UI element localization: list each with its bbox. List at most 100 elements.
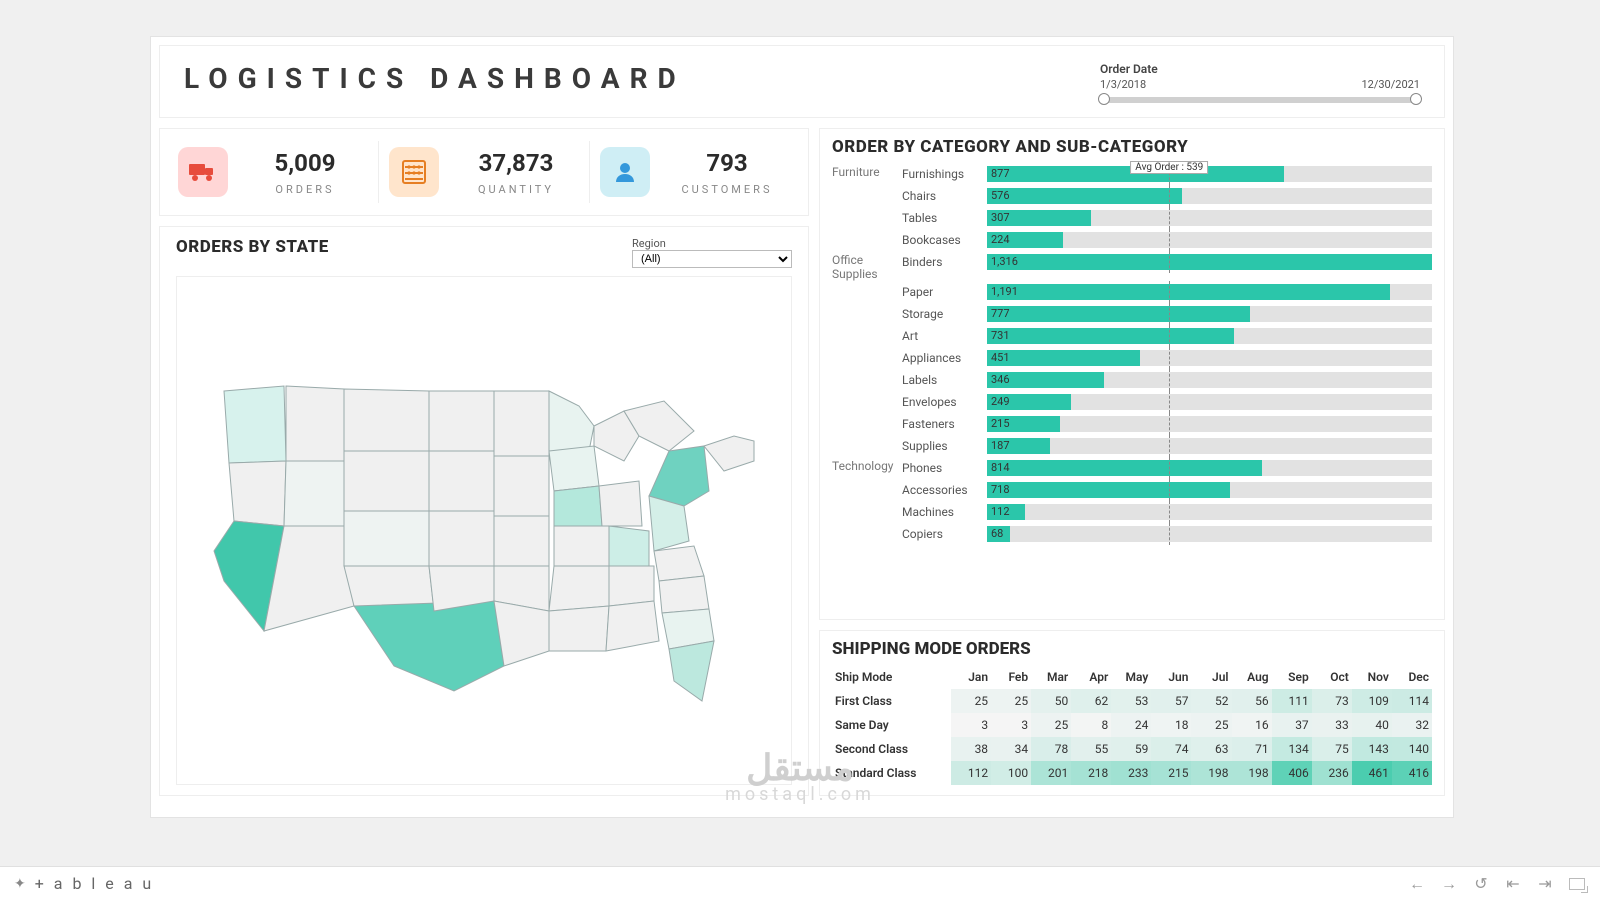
- month-header: Mar: [1031, 665, 1071, 689]
- ship-cell[interactable]: 37: [1272, 713, 1312, 737]
- ship-cell[interactable]: 38: [951, 737, 991, 761]
- ship-cell[interactable]: 57: [1151, 689, 1191, 713]
- ship-cell[interactable]: 3: [951, 713, 991, 737]
- category-group-label: [832, 207, 902, 229]
- ship-cell[interactable]: 52: [1191, 689, 1231, 713]
- ship-cell[interactable]: 406: [1272, 761, 1312, 785]
- ship-cell[interactable]: 8: [1071, 713, 1111, 737]
- ship-cell[interactable]: 25: [1191, 713, 1231, 737]
- category-bar[interactable]: 718: [987, 479, 1432, 501]
- ship-cell[interactable]: 201: [1031, 761, 1071, 785]
- shipping-row: First Class252550625357525611173109114: [832, 689, 1432, 713]
- category-group-label: [832, 413, 902, 435]
- category-bar[interactable]: 576: [987, 185, 1432, 207]
- category-bar[interactable]: 814: [987, 457, 1432, 479]
- user-icon: [600, 147, 650, 197]
- subcategory-label: Envelopes: [902, 391, 987, 413]
- nav-forward-button[interactable]: →: [1440, 875, 1458, 893]
- ship-cell[interactable]: 59: [1111, 737, 1151, 761]
- us-map[interactable]: [176, 276, 792, 785]
- category-bar[interactable]: 346: [987, 369, 1432, 391]
- ship-cell[interactable]: 112: [951, 761, 991, 785]
- ship-cell[interactable]: 233: [1111, 761, 1151, 785]
- ship-cell[interactable]: 78: [1031, 737, 1071, 761]
- ship-cell[interactable]: 198: [1191, 761, 1231, 785]
- ship-cell[interactable]: 34: [991, 737, 1031, 761]
- category-bar[interactable]: 451: [987, 347, 1432, 369]
- ship-cell[interactable]: 100: [991, 761, 1031, 785]
- ship-cell[interactable]: 55: [1071, 737, 1111, 761]
- ship-cell[interactable]: 16: [1232, 713, 1272, 737]
- abacus-icon: [389, 147, 439, 197]
- ship-cell[interactable]: 236: [1312, 761, 1352, 785]
- ship-cell[interactable]: 25: [991, 689, 1031, 713]
- ship-cell[interactable]: 50: [1031, 689, 1071, 713]
- ship-cell[interactable]: 56: [1232, 689, 1272, 713]
- ship-cell[interactable]: 62: [1071, 689, 1111, 713]
- ship-cell[interactable]: 114: [1392, 689, 1432, 713]
- order-date-end: 12/30/2021: [1361, 78, 1420, 91]
- ship-cell[interactable]: 134: [1272, 737, 1312, 761]
- category-bar[interactable]: 68: [987, 523, 1432, 545]
- kpi-quantity-label: QUANTITY: [453, 183, 579, 196]
- ship-cell[interactable]: 75: [1312, 737, 1352, 761]
- ship-cell[interactable]: 215: [1151, 761, 1191, 785]
- category-bar[interactable]: 877Avg Order : 539: [987, 163, 1432, 185]
- ship-cell[interactable]: 40: [1352, 713, 1392, 737]
- kpi-panel: 5,009 ORDERS 37,873 QUANTITY: [159, 128, 809, 216]
- category-bar[interactable]: 1,191: [987, 281, 1432, 303]
- category-bar[interactable]: 307: [987, 207, 1432, 229]
- nav-back-button[interactable]: ←: [1408, 875, 1426, 893]
- category-bar[interactable]: 731: [987, 325, 1432, 347]
- category-bar[interactable]: 249: [987, 391, 1432, 413]
- category-title: ORDER BY CATEGORY AND SUB-CATEGORY: [832, 137, 1432, 157]
- order-date-slider[interactable]: [1100, 97, 1420, 103]
- subcategory-label: Bookcases: [902, 229, 987, 251]
- dashboard-container: LOGISTICS DASHBOARD Order Date 1/3/2018 …: [150, 36, 1454, 818]
- nav-first-button[interactable]: ⇤: [1504, 875, 1522, 893]
- month-header: Jun: [1151, 665, 1191, 689]
- category-group-label: [832, 369, 902, 391]
- ship-cell[interactable]: 33: [1312, 713, 1352, 737]
- category-group-label: [832, 391, 902, 413]
- ship-cell[interactable]: 109: [1352, 689, 1392, 713]
- ship-cell[interactable]: 416: [1392, 761, 1432, 785]
- avg-order-label: Avg Order : 539: [1130, 161, 1208, 174]
- ship-cell[interactable]: 218: [1071, 761, 1111, 785]
- month-header: Jul: [1191, 665, 1231, 689]
- ship-cell[interactable]: 74: [1151, 737, 1191, 761]
- category-bar[interactable]: 112: [987, 501, 1432, 523]
- ship-cell[interactable]: 3: [991, 713, 1031, 737]
- slider-handle-end[interactable]: [1410, 93, 1422, 105]
- nav-last-button[interactable]: ⇥: [1536, 875, 1554, 893]
- ship-cell[interactable]: 32: [1392, 713, 1432, 737]
- category-bar[interactable]: 777: [987, 303, 1432, 325]
- shipping-panel: SHIPPING MODE ORDERS Ship ModeJanFebMarA…: [819, 630, 1445, 796]
- ship-cell[interactable]: 461: [1352, 761, 1392, 785]
- ship-cell[interactable]: 198: [1232, 761, 1272, 785]
- category-bar[interactable]: 215: [987, 413, 1432, 435]
- region-select[interactable]: (All): [632, 250, 792, 268]
- ship-cell[interactable]: 71: [1232, 737, 1272, 761]
- slider-handle-start[interactable]: [1098, 93, 1110, 105]
- category-bar[interactable]: 187: [987, 435, 1432, 457]
- ship-cell[interactable]: 140: [1392, 737, 1432, 761]
- ship-cell[interactable]: 73: [1312, 689, 1352, 713]
- kpi-quantity-value: 37,873: [453, 149, 579, 177]
- ship-cell[interactable]: 111: [1272, 689, 1312, 713]
- ship-cell[interactable]: 18: [1151, 713, 1191, 737]
- ship-cell[interactable]: 25: [1031, 713, 1071, 737]
- nav-fullscreen-button[interactable]: [1568, 875, 1586, 893]
- ship-mode-label: Standard Class: [832, 761, 951, 785]
- footer-nav: ← → ↺ ⇤ ⇥: [1408, 875, 1586, 893]
- category-bar[interactable]: 224: [987, 229, 1432, 251]
- month-header: Apr: [1071, 665, 1111, 689]
- ship-cell[interactable]: 63: [1191, 737, 1231, 761]
- ship-cell[interactable]: 24: [1111, 713, 1151, 737]
- category-bar[interactable]: 1,316: [987, 251, 1432, 273]
- kpi-orders-value: 5,009: [242, 149, 368, 177]
- ship-cell[interactable]: 143: [1352, 737, 1392, 761]
- nav-revert-button[interactable]: ↺: [1472, 875, 1490, 893]
- ship-cell[interactable]: 25: [951, 689, 991, 713]
- ship-cell[interactable]: 53: [1111, 689, 1151, 713]
